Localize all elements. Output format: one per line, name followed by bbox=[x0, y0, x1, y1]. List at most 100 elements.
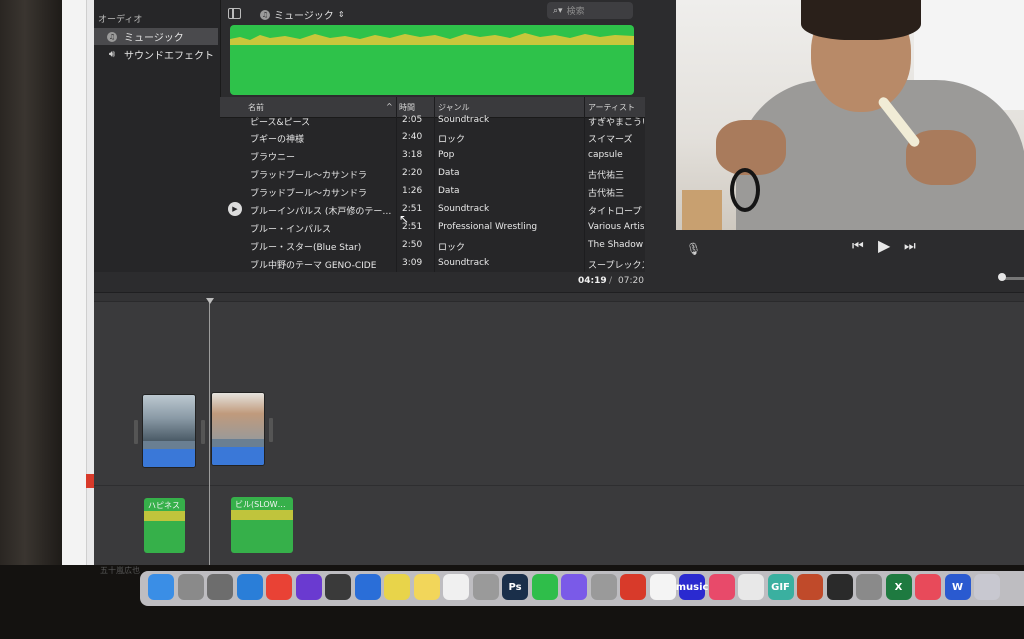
window-edge-marker bbox=[86, 474, 94, 488]
video-clip[interactable] bbox=[142, 394, 196, 468]
row-artist: Various Artis bbox=[588, 222, 644, 232]
activity-monitor-icon[interactable] bbox=[826, 574, 853, 600]
skip-forward-icon[interactable]: ⏭︎ bbox=[904, 239, 916, 254]
table-row[interactable]: ブラウニー 3:18 Pop capsule bbox=[220, 147, 645, 165]
sort-arrow-icon: ^ bbox=[386, 102, 393, 111]
itunes-icon[interactable] bbox=[708, 574, 735, 600]
row-artist: capsule bbox=[588, 150, 623, 160]
gif-icon[interactable]: GIF bbox=[767, 574, 794, 600]
library-selector[interactable]: ♫ ミュージック ⇕ bbox=[260, 7, 345, 22]
skip-back-icon[interactable]: ⏮︎ bbox=[852, 239, 864, 254]
sidebar-item-sound-effects[interactable]: 🔊︎ サウンドエフェクト bbox=[94, 46, 218, 63]
time-separator: / bbox=[609, 276, 613, 286]
imovie-window: オーディオ ♫ ミュージック 🔊︎ サウンドエフェクト ♫ ミュージック ⇕ ⌕… bbox=[94, 0, 1024, 565]
imovie-icon[interactable] bbox=[295, 574, 322, 600]
printer-icon[interactable] bbox=[590, 574, 617, 600]
zoom-slider-knob[interactable] bbox=[998, 273, 1006, 281]
calendar-icon[interactable] bbox=[649, 574, 676, 600]
video-frame-box bbox=[682, 190, 722, 230]
finder-icon[interactable] bbox=[148, 574, 174, 600]
play-icon[interactable]: ▶ bbox=[878, 236, 890, 255]
launchpad-icon[interactable] bbox=[177, 574, 204, 600]
music-clip-label: ハピネス bbox=[148, 501, 180, 510]
table-row[interactable]: ブラッドブール〜カサンドラ 1:26 Data 古代祐三 bbox=[220, 183, 645, 201]
excel-icon[interactable]: X bbox=[885, 574, 912, 600]
photoshop-icon[interactable]: Ps bbox=[502, 574, 528, 600]
word-icon[interactable]: W bbox=[944, 574, 971, 600]
table-row[interactable]: ブラッドブール〜カサンドラ 2:20 Data 古代祐三 bbox=[220, 165, 645, 183]
music-clip-waveform bbox=[231, 510, 293, 520]
table-row[interactable]: ブルー・スター(Blue Star) 2:50 ロック The Shadow bbox=[220, 237, 645, 255]
music-clip-label: ビル(SLOW… bbox=[235, 500, 286, 509]
clip-trim-handle[interactable] bbox=[134, 420, 138, 444]
row-genre: Data bbox=[438, 186, 460, 196]
audio-waveform-preview[interactable] bbox=[230, 25, 634, 95]
chevron-updown-icon: ⇕ bbox=[337, 10, 345, 19]
row-genre: Soundtrack bbox=[438, 258, 490, 268]
row-artist: The Shadow bbox=[588, 240, 644, 250]
table-row[interactable]: ブギーの神様 2:40 ロック スイマーズ bbox=[220, 129, 645, 147]
row-genre: Pop bbox=[438, 150, 455, 160]
safari-icon[interactable] bbox=[236, 574, 263, 600]
row-name: ブラッドブール〜カサンドラ bbox=[250, 189, 368, 199]
video-clip[interactable] bbox=[211, 392, 265, 466]
photos-icon[interactable] bbox=[738, 574, 764, 600]
row-time: 3:18 bbox=[402, 150, 423, 160]
row-time: 2:40 bbox=[402, 132, 423, 142]
table-row[interactable]: ▶ ブルーインパルス (木戸修のテー… 2:51 Soundtrack タイトロ… bbox=[220, 201, 645, 219]
preview-icon[interactable] bbox=[207, 574, 233, 600]
adobe-cc-icon[interactable] bbox=[915, 574, 941, 600]
row-artist: スイマーズ bbox=[588, 135, 633, 145]
table-row[interactable]: ピース&ピース 2:05 Soundtrack すぎやまこうい bbox=[220, 112, 645, 130]
photo-booth-icon[interactable] bbox=[620, 574, 646, 600]
music-note-icon: ♫ bbox=[260, 9, 270, 20]
play-preview-icon[interactable]: ▶ bbox=[228, 202, 242, 216]
playhead-handle[interactable] bbox=[206, 298, 214, 304]
notes-icon[interactable] bbox=[413, 574, 440, 600]
row-genre: Professional Wrestling bbox=[438, 222, 538, 232]
screenshot-icon[interactable] bbox=[974, 574, 1000, 600]
current-time: 04:19 bbox=[578, 276, 607, 286]
row-time: 3:09 bbox=[402, 258, 423, 268]
clip-audio-waveform bbox=[212, 447, 264, 465]
chrome-icon[interactable] bbox=[266, 574, 292, 600]
row-artist: 古代祐三 bbox=[588, 171, 625, 181]
amazon-music-icon[interactable]: music bbox=[676, 574, 708, 600]
photo-app-icon[interactable] bbox=[797, 574, 823, 600]
video-viewer[interactable] bbox=[676, 0, 1024, 230]
final-cut-icon[interactable] bbox=[325, 574, 351, 600]
row-name: ブラウニー bbox=[250, 153, 296, 163]
microphone-icon[interactable]: 🎙︎ bbox=[686, 242, 701, 256]
clip-trim-handle[interactable] bbox=[269, 418, 273, 442]
music-clip[interactable]: ハピネス bbox=[144, 498, 185, 553]
media-sidebar: オーディオ ♫ ミュージック 🔊︎ サウンドエフェクト bbox=[94, 0, 221, 275]
sidebar-toggle-icon[interactable] bbox=[228, 8, 241, 19]
music-clip[interactable]: ビル(SLOW… bbox=[231, 497, 293, 553]
clip-trim-handle[interactable] bbox=[201, 420, 205, 444]
timeline-ruler[interactable] bbox=[94, 293, 1024, 302]
row-artist: スープレックス bbox=[588, 261, 644, 271]
messenger-icon[interactable] bbox=[561, 574, 587, 600]
creative-cloud-icon[interactable] bbox=[472, 574, 499, 600]
sidebar-item-music[interactable]: ♫ ミュージック bbox=[94, 28, 218, 45]
playhead[interactable] bbox=[209, 300, 210, 565]
dock: Ps music GIF X W bbox=[140, 571, 1024, 606]
system-preferences-icon[interactable] bbox=[856, 574, 882, 600]
textedit-icon[interactable] bbox=[443, 574, 469, 600]
row-name: ブギーの神様 bbox=[250, 135, 305, 145]
row-genre: Soundtrack bbox=[438, 204, 490, 214]
music-table: 名前 ^ 時間 ジャンル アーティスト ピース&ピース 2:05 Soundtr… bbox=[220, 97, 645, 275]
desktop-item-label: 五十嵐広也 bbox=[100, 566, 140, 575]
stickies-icon[interactable] bbox=[384, 574, 410, 600]
waveform-graphic bbox=[230, 33, 634, 45]
quicktime-icon[interactable] bbox=[354, 574, 381, 600]
search-field[interactable]: ⌕▾ 検索 bbox=[547, 2, 633, 19]
search-icon: ⌕▾ bbox=[553, 5, 563, 16]
table-row[interactable]: ブルー・インパルス 2:51 Professional Wrestling Va… bbox=[220, 219, 645, 237]
line-icon[interactable] bbox=[531, 574, 558, 600]
row-genre: Data bbox=[438, 168, 460, 178]
row-artist: 古代祐三 bbox=[588, 189, 625, 199]
table-row[interactable]: ブル中野のテーマ GENO-CIDE 3:09 Soundtrack スープレッ… bbox=[220, 255, 645, 273]
row-time: 2:05 bbox=[402, 115, 423, 125]
sidebar-item-label: サウンドエフェクト bbox=[124, 51, 214, 62]
